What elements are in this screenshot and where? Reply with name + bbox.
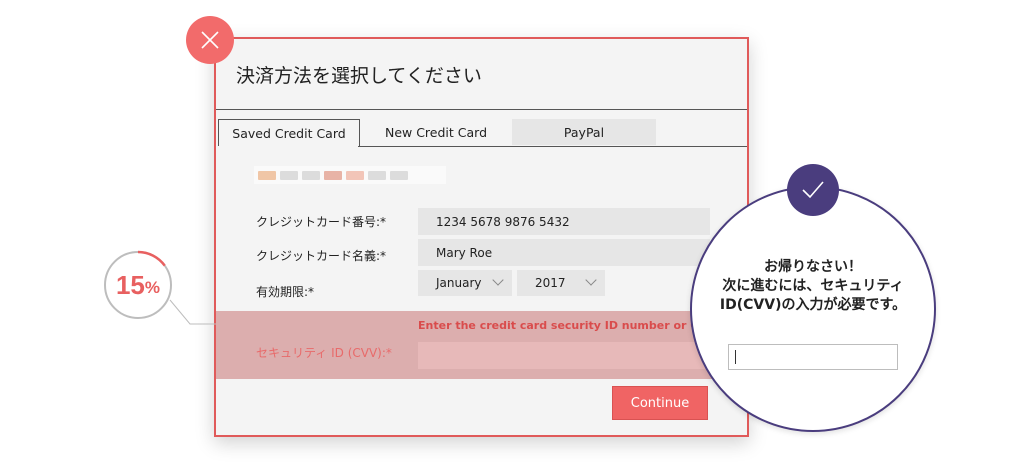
welcome-line-2: 次に進むには、セキュリティ: [722, 278, 904, 294]
cvv-error-section: Enter the credit card security ID number…: [216, 311, 747, 379]
tab-divider: [358, 146, 747, 147]
card-brand-logos: [254, 166, 446, 184]
card-number-label: クレジットカード番号:*: [256, 215, 387, 229]
card-logo-icon: [368, 170, 386, 180]
cvv-error-message: Enter the credit card security ID number…: [418, 319, 716, 332]
welcome-cvv-input[interactable]: [728, 344, 898, 370]
card-logo-icon: [280, 170, 298, 180]
checkmark-icon: [802, 181, 824, 199]
payment-dialog: 決済方法を選択してください Saved Credit Card New Cred…: [214, 37, 749, 437]
card-logo-icon: [324, 170, 342, 180]
header-divider: [216, 109, 747, 110]
dialog-title: 決済方法を選択してください: [236, 65, 482, 87]
expiry-year-value: 2017: [535, 276, 566, 290]
progress-number: 15: [115, 269, 145, 300]
welcome-line-1: お帰りなさい！: [764, 259, 862, 275]
check-badge: [787, 164, 839, 216]
chevron-down-icon: [585, 274, 597, 286]
close-icon: [201, 31, 219, 49]
welcome-line-3: ID(CVV)の入力が必要です。: [719, 297, 907, 313]
card-number-value: 1234 5678 9876 5432: [436, 214, 570, 229]
card-logo-icon: [302, 170, 320, 180]
card-logo-icon: [258, 170, 276, 180]
continue-button[interactable]: Continue: [612, 386, 708, 420]
expiry-month-select[interactable]: January: [418, 270, 512, 296]
progress-unit: %: [144, 277, 161, 297]
cvv-label: セキュリティ ID (CVV):*: [256, 346, 392, 360]
chevron-down-icon: [492, 274, 504, 286]
expiry-year-select[interactable]: 2017: [517, 270, 605, 296]
card-name-label: クレジットカード名義:*: [256, 249, 387, 263]
tab-paypal[interactable]: PayPal: [512, 119, 656, 145]
card-logo-icon: [390, 170, 408, 180]
tab-saved-credit-card[interactable]: Saved Credit Card: [218, 119, 360, 146]
card-name-field[interactable]: Mary Roe: [418, 239, 710, 266]
close-button[interactable]: [186, 16, 234, 64]
tab-new-credit-card[interactable]: New Credit Card: [376, 119, 496, 145]
progress-indicator: 15%: [102, 249, 174, 321]
welcome-bubble: お帰りなさい！ 次に進むには、セキュリティ ID(CVV)の入力が必要です。: [690, 186, 936, 432]
cvv-input[interactable]: [418, 342, 722, 369]
welcome-message: お帰りなさい！ 次に進むには、セキュリティ ID(CVV)の入力が必要です。: [702, 258, 924, 315]
progress-value: 15%: [102, 249, 174, 321]
card-number-field[interactable]: 1234 5678 9876 5432: [418, 208, 710, 235]
text-caret: [735, 350, 736, 364]
expiry-label: 有効期限:*: [256, 285, 315, 299]
card-name-value: Mary Roe: [436, 245, 493, 260]
card-logo-icon: [346, 170, 364, 180]
expiry-month-value: January: [436, 276, 482, 290]
